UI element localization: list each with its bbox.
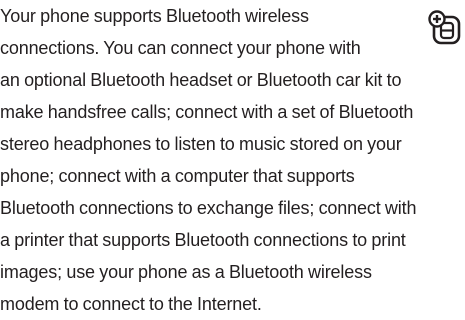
manual-page: Your phone supports Bluetooth wireless c…	[0, 0, 465, 314]
bluetooth-description-paragraph: Your phone supports Bluetooth wireless c…	[0, 0, 465, 320]
paragraph-line-10: modem to connect to the Internet.	[0, 294, 262, 314]
paragraph-line-6: phone; connect with a computer that supp…	[0, 166, 355, 186]
paragraph-line-4: make handsfree calls; connect with a set…	[0, 102, 414, 122]
paragraph-line-2: connections. You can connect your phone …	[0, 38, 361, 58]
paragraph-line-1: Your phone supports Bluetooth wireless	[0, 6, 309, 26]
paragraph-line-5: stereo headphones to listen to music sto…	[0, 134, 402, 154]
paragraph-line-7: Bluetooth connections to exchange files;…	[0, 198, 417, 218]
paragraph-line-8: a printer that supports Bluetooth connec…	[0, 230, 406, 250]
optional-feature-icon	[428, 10, 461, 45]
paragraph-line-9: images; use your phone as a Bluetooth wi…	[0, 262, 372, 282]
paragraph-line-3: an optional Bluetooth headset or Bluetoo…	[0, 70, 402, 90]
